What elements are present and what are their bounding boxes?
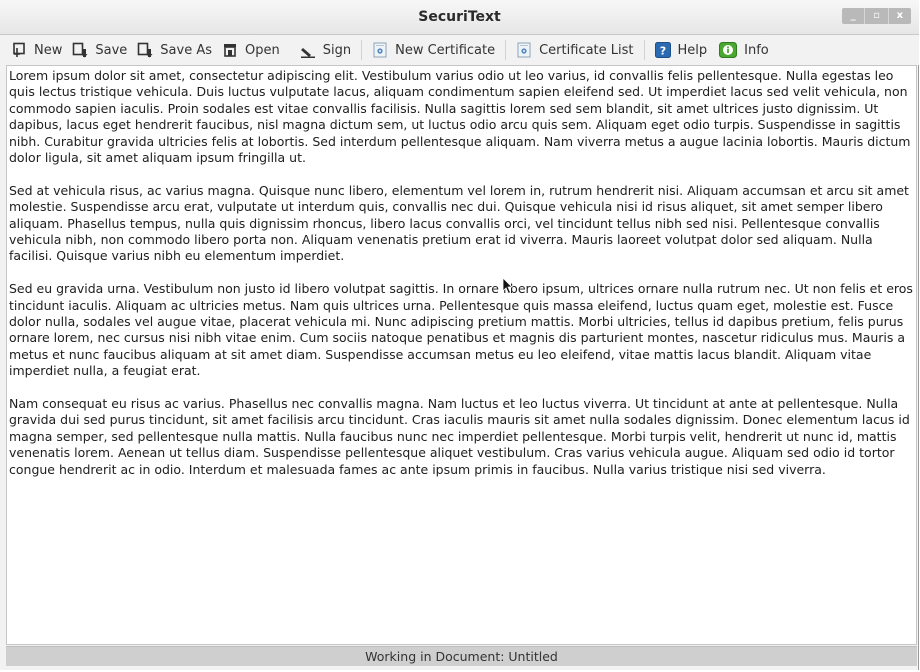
app-window: SecuriText _ ▫ x New Save Save As Open S… [0, 0, 919, 670]
open-icon [222, 42, 238, 58]
certificate-add-icon [372, 42, 388, 58]
window-controls: _ ▫ x [842, 8, 911, 24]
new-button[interactable]: New [11, 37, 62, 63]
save-as-icon [137, 42, 153, 58]
help-icon: ? [654, 42, 671, 58]
svg-text:?: ? [659, 45, 665, 58]
status-bar: Working in Document: Untitled [6, 646, 917, 666]
open-label: Open [245, 42, 280, 58]
open-button[interactable]: Open [222, 37, 280, 63]
paragraph: Sed at vehicula risus, ac varius magna. … [9, 182, 909, 264]
new-label: New [34, 42, 63, 58]
paragraph: Sed eu gravida urna. Vestibulum non just… [9, 281, 913, 379]
window-title: SecuriText [418, 9, 501, 25]
info-button[interactable]: Info [719, 37, 769, 63]
certificate-list-button[interactable]: Certificate List [516, 37, 634, 63]
save-as-label: Save As [160, 42, 212, 58]
help-label: Help [677, 42, 708, 58]
sign-label: Sign [322, 42, 352, 58]
toolbar-separator [361, 40, 363, 60]
save-label: Save [95, 42, 128, 58]
save-as-button[interactable]: Save As [137, 37, 212, 63]
toolbar-separator [643, 40, 645, 60]
info-icon [719, 42, 738, 58]
paragraph: Lorem ipsum dolor sit amet, consectetur … [9, 68, 911, 166]
maximize-button[interactable]: ▫ [864, 8, 888, 24]
close-button[interactable]: x [887, 8, 911, 24]
mouse-cursor-icon [502, 277, 514, 295]
certificate-list-icon [516, 42, 532, 58]
paragraph: Nam consequat eu risus ac varius. Phasel… [9, 396, 910, 477]
document-text-area[interactable]: Lorem ipsum dolor sit amet, consectetur … [6, 65, 917, 645]
new-certificate-button[interactable]: New Certificate [372, 37, 495, 63]
certificate-list-label: Certificate List [539, 42, 634, 58]
help-button[interactable]: ? Help [654, 37, 708, 63]
toolbar: New Save Save As Open Sign New Certifica… [0, 35, 919, 65]
title-bar[interactable]: SecuriText _ ▫ x [0, 0, 919, 35]
new-document-icon [11, 42, 27, 58]
save-icon [72, 42, 88, 58]
toolbar-separator [505, 40, 507, 60]
info-label: Info [744, 42, 769, 58]
save-button[interactable]: Save [72, 37, 127, 63]
pen-icon [300, 42, 316, 58]
sign-button[interactable]: Sign [300, 37, 351, 63]
new-certificate-label: New Certificate [395, 42, 496, 58]
minimize-button[interactable]: _ [842, 8, 865, 24]
